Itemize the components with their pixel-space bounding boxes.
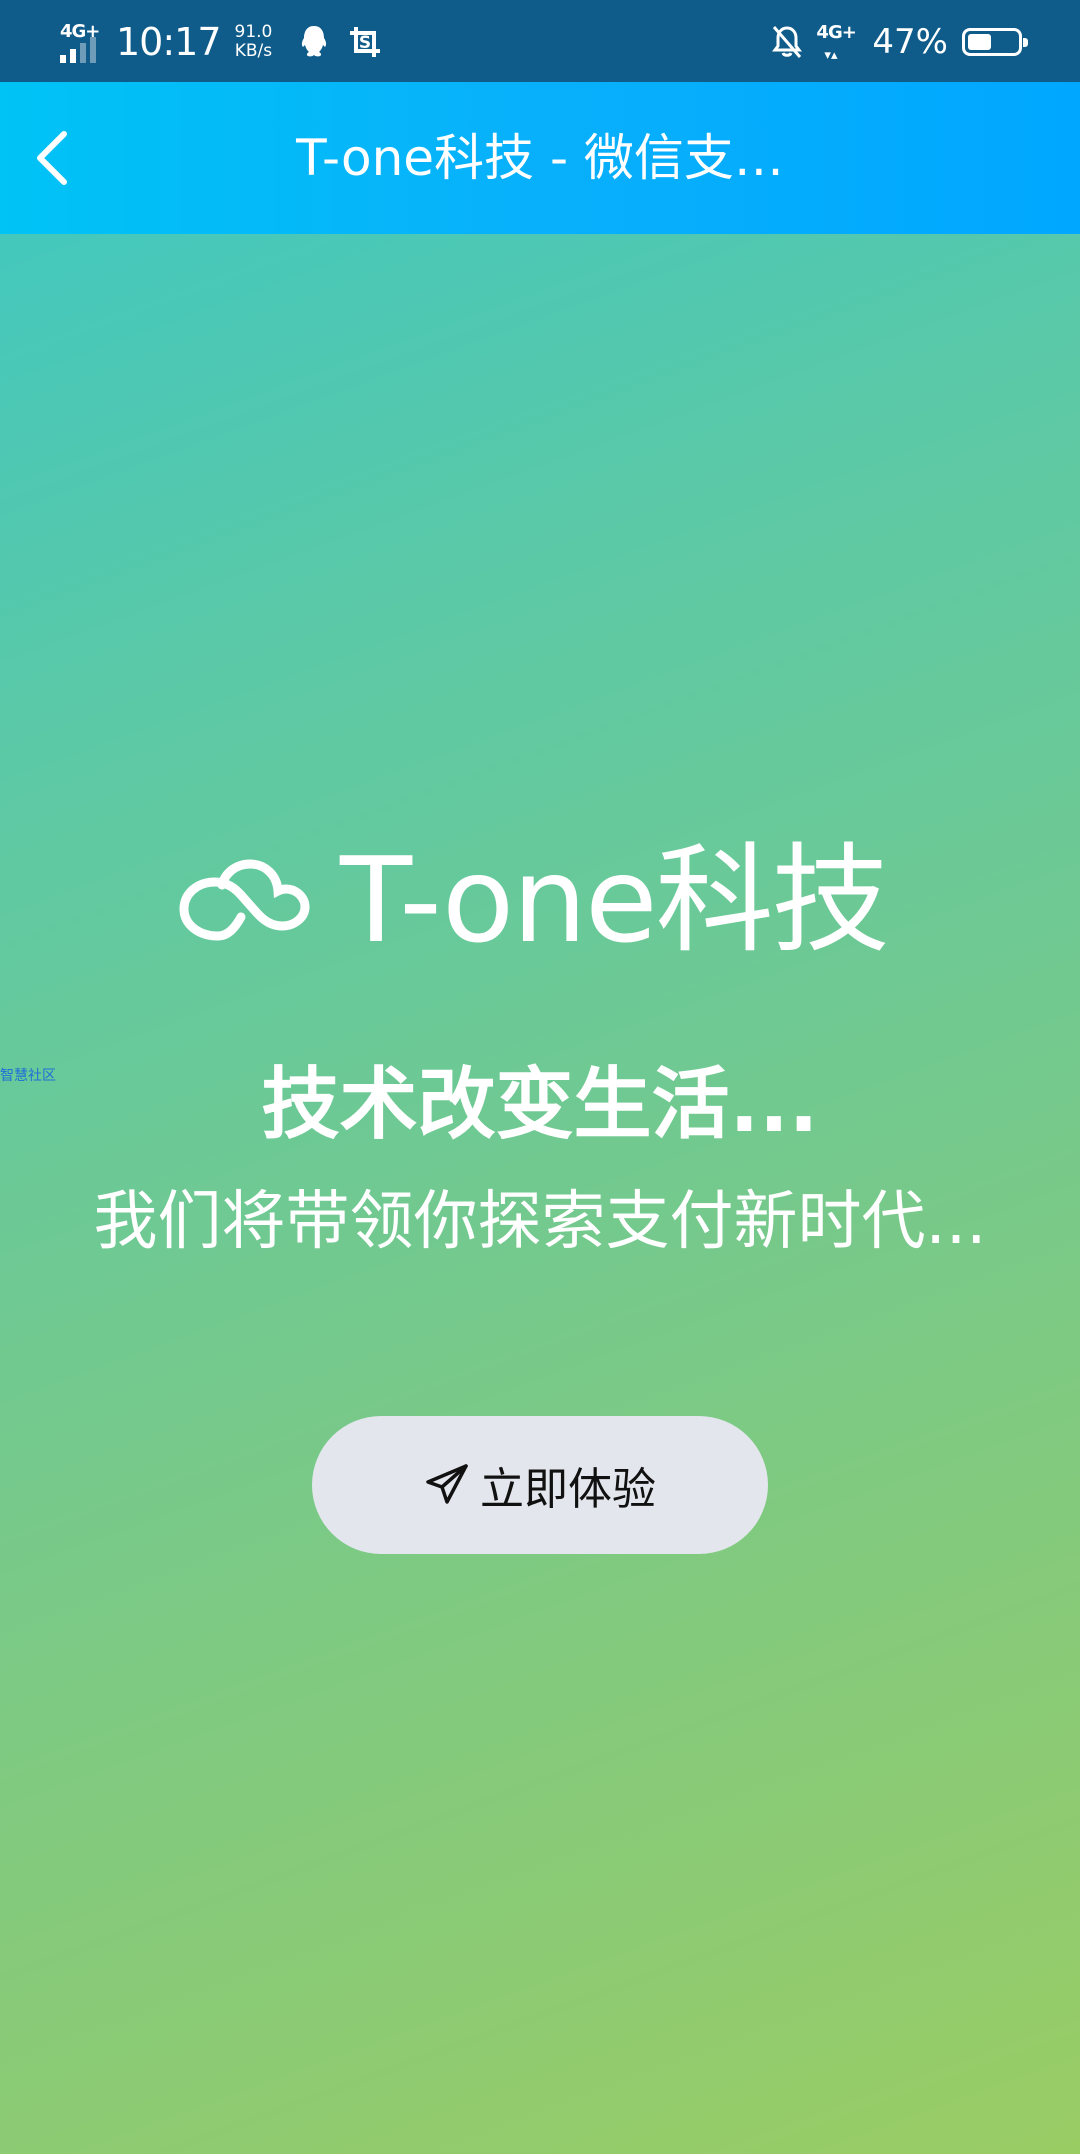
status-bar-left: 4G+ 10:17 91.0 KB/s S bbox=[58, 12, 382, 72]
brand-name: T-one科技 bbox=[340, 831, 890, 969]
svg-text:S: S bbox=[359, 33, 371, 53]
signal-bars-icon bbox=[60, 37, 96, 63]
nav-bar: T-one科技 - 微信支… bbox=[0, 82, 1080, 234]
net-speed-value: 91.0 bbox=[234, 22, 273, 42]
chevron-left-icon bbox=[37, 131, 67, 185]
screenshot-s-icon: S bbox=[350, 27, 381, 57]
back-button[interactable] bbox=[18, 124, 86, 192]
page-title: T-one科技 - 微信支… bbox=[296, 129, 784, 187]
try-now-label: 立即体验 bbox=[480, 1464, 656, 1515]
bell-off-icon bbox=[772, 26, 803, 58]
network-indicator: 4G+ ▾▴ bbox=[816, 22, 858, 62]
status-bar-right: 4G+ ▾▴ 47% bbox=[770, 12, 1028, 72]
net-speed-unit: KB/s bbox=[234, 41, 273, 61]
net-speed: 91.0 KB/s bbox=[235, 23, 273, 61]
qq-icon bbox=[302, 26, 327, 57]
battery-icon bbox=[962, 28, 1028, 56]
data-arrows-icon: ▾▴ bbox=[824, 48, 838, 63]
battery-percent: 47% bbox=[872, 22, 948, 62]
app-screen: 4G+ 10:17 91.0 KB/s S 4G+ ▾▴ 47% T-one科技… bbox=[0, 0, 1080, 2154]
send-icon bbox=[426, 1464, 468, 1504]
status-time: 10:17 bbox=[116, 20, 222, 64]
network-type-label: 4G+ bbox=[816, 22, 856, 43]
slogan: 技术改变生活... bbox=[261, 1060, 819, 1150]
status-bar: 4G+ 10:17 91.0 KB/s S 4G+ ▾▴ 47% bbox=[0, 0, 1080, 82]
sub-slogan: 我们将带领你探索支付新时代... bbox=[93, 1185, 987, 1259]
brand-logo: T-one科技 bbox=[178, 835, 908, 965]
battery-fill bbox=[968, 34, 991, 50]
cloud-icon bbox=[179, 859, 310, 941]
signal-indicator: 4G+ bbox=[58, 17, 106, 67]
try-now-button[interactable]: 立即体验 bbox=[312, 1416, 768, 1554]
